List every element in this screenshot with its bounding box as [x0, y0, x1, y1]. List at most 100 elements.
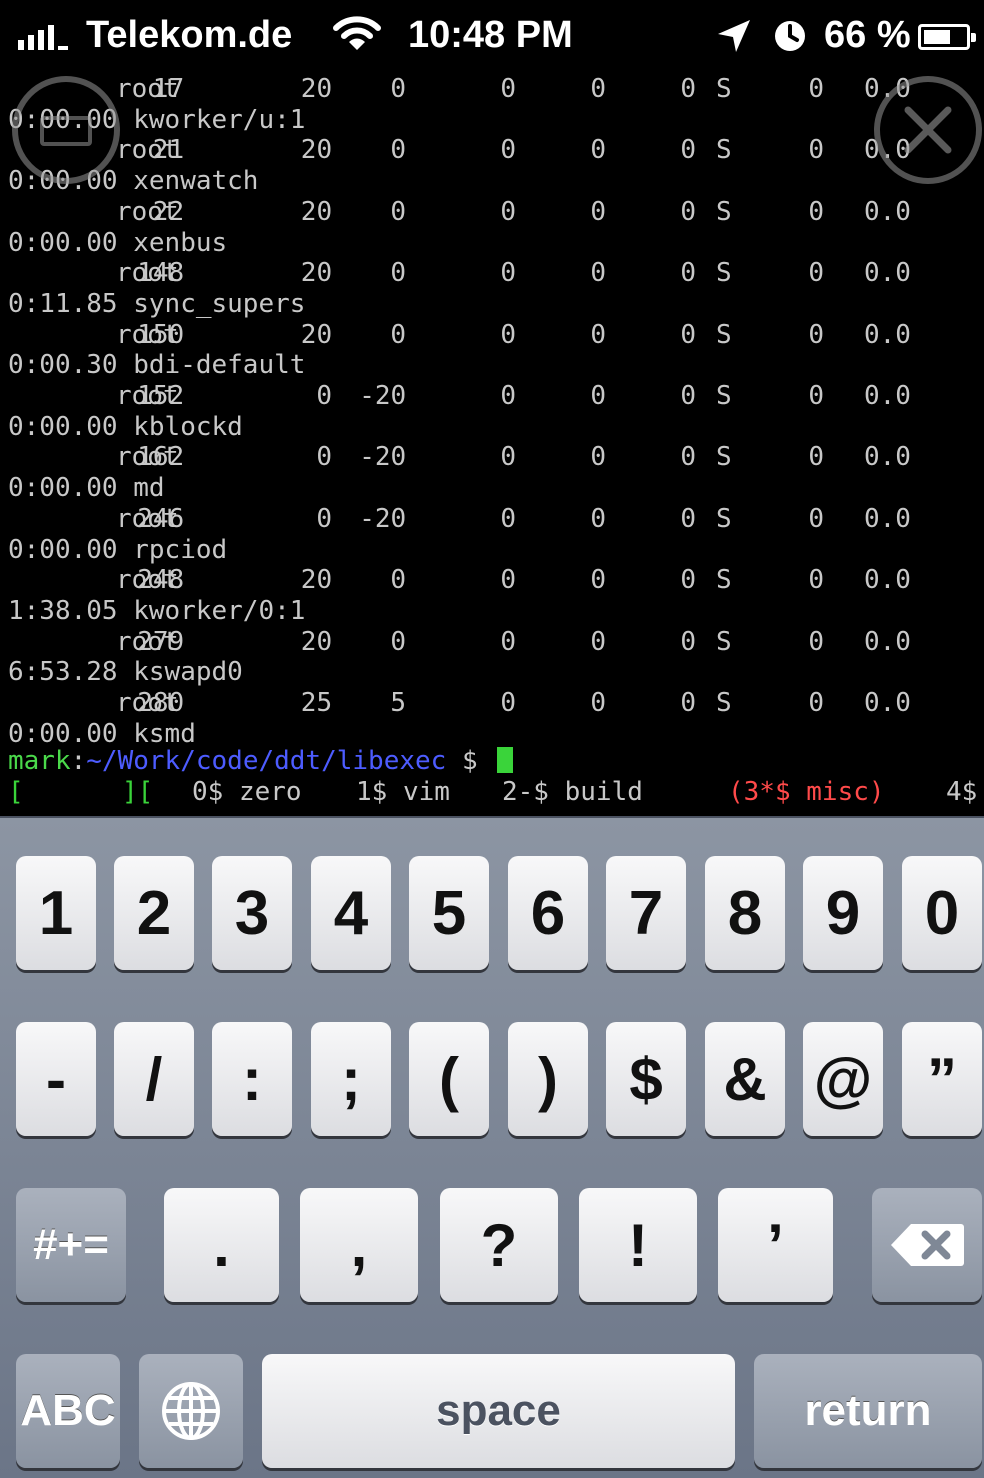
process-virt: 0 [500, 442, 517, 473]
key-label: : [242, 1045, 262, 1113]
key-at[interactable]: @ [803, 1022, 883, 1136]
key-label: 5 [431, 878, 467, 948]
key-0[interactable]: 0 [902, 856, 982, 970]
key-exclamation[interactable]: ! [579, 1188, 697, 1302]
key-dollar[interactable]: $ [606, 1022, 686, 1136]
key-label: 2 [136, 878, 172, 948]
key-label: space [436, 1386, 561, 1435]
backspace-icon [891, 1224, 964, 1266]
wifi-icon [332, 16, 382, 62]
process-row: 21 root 20 0 0 0 0 S 0 0.0 [0, 135, 984, 165]
screen-window-2[interactable]: 2-$ build [502, 777, 643, 807]
process-cpu: 0 [808, 258, 825, 289]
process-mem: 0.0 [864, 381, 911, 411]
process-row: 148 root 20 0 0 0 0 S 0 0.0 [0, 258, 984, 288]
process-pr: 20 [300, 565, 333, 596]
process-cpu: 0 [808, 688, 825, 718]
process-res: 0 [590, 381, 607, 411]
key-minus[interactable]: - [16, 1022, 96, 1136]
process-virt: 0 [500, 688, 517, 718]
process-pr: 20 [300, 626, 333, 657]
process-command: bdi-default [133, 350, 306, 381]
key-label: 4 [333, 878, 369, 948]
key-8[interactable]: 8 [705, 856, 785, 970]
process-ni: 0 [390, 565, 407, 596]
key-question[interactable]: ? [440, 1188, 558, 1302]
key-9[interactable]: 9 [803, 856, 883, 970]
process-virt: 0 [500, 381, 517, 411]
process-virt: 0 [500, 565, 517, 596]
screen-window-4[interactable]: 4$ [946, 777, 977, 807]
key-ampersand[interactable]: & [705, 1022, 785, 1136]
key-label: #+= [33, 1220, 109, 1269]
return-key[interactable]: return [754, 1354, 982, 1468]
process-user: root [116, 258, 179, 289]
screen-window-1[interactable]: 1$ vim [356, 777, 450, 807]
key-5[interactable]: 5 [409, 856, 489, 970]
screen-window-bar: [ ][ 0$ zero 1$ vim 2-$ build (3*$ misc)… [0, 777, 984, 807]
key-more-symbols[interactable]: #+= [16, 1188, 126, 1302]
process-s: S [716, 442, 732, 473]
key-label: & [723, 1045, 767, 1113]
globe-key[interactable] [139, 1354, 243, 1468]
key-label: ( [439, 1045, 459, 1113]
process-pr: 0 [316, 442, 333, 473]
prompt-sign: $ [446, 746, 494, 776]
screen-bar-open-bracket: [ [8, 777, 24, 807]
keyboard-toggle-button[interactable] [12, 76, 120, 184]
key-2[interactable]: 2 [114, 856, 194, 970]
key-double-quote[interactable]: ” [902, 1022, 982, 1136]
prompt-separator: : [70, 746, 87, 776]
process-time: 1:38.05 [8, 595, 118, 626]
space-key[interactable]: space [262, 1354, 735, 1468]
process-time: 0:11.85 [8, 288, 118, 319]
key-6[interactable]: 6 [508, 856, 588, 970]
close-button[interactable] [874, 76, 982, 184]
process-res: 0 [590, 503, 607, 534]
process-time: 0:00.00 [8, 473, 118, 504]
key-7[interactable]: 7 [606, 856, 686, 970]
key-label: / [145, 1045, 163, 1113]
process-mem: 0.0 [864, 442, 911, 473]
key-slash[interactable]: / [114, 1022, 194, 1136]
key-apostrophe[interactable]: ’ [718, 1188, 833, 1302]
process-res: 0 [590, 688, 607, 718]
process-row: 162 root 0 -20 0 0 0 S 0 0.0 [0, 442, 984, 472]
process-mem: 0.0 [864, 688, 911, 718]
key-open-paren[interactable]: ( [409, 1022, 489, 1136]
process-row: 17 root 20 0 0 0 0 S 0 0.0 [0, 74, 984, 104]
key-4[interactable]: 4 [311, 856, 391, 970]
process-virt: 0 [500, 626, 517, 657]
process-row: 246 root 0 -20 0 0 0 S 0 0.0 [0, 504, 984, 534]
key-1[interactable]: 1 [16, 856, 96, 970]
process-pr: 20 [300, 258, 333, 289]
process-shr: 0 [680, 196, 697, 227]
process-row: 22 root 20 0 0 0 0 S 0 0.0 [0, 197, 984, 227]
process-time: 0:00.00 [8, 411, 118, 442]
process-row: 150 root 20 0 0 0 0 S 0 0.0 [0, 320, 984, 350]
process-user: root [116, 196, 179, 227]
globe-icon [162, 1382, 220, 1440]
process-shr: 0 [680, 442, 697, 473]
process-pr: 20 [300, 135, 333, 166]
backspace-key[interactable] [872, 1188, 982, 1302]
process-res: 0 [590, 626, 607, 657]
process-user: root [116, 319, 179, 350]
key-comma[interactable]: , [300, 1188, 418, 1302]
abc-key[interactable]: ABC [16, 1354, 120, 1468]
process-cpu: 0 [808, 565, 825, 596]
process-row-detail: 1:38.05 kworker/0:1 [8, 596, 305, 626]
key-close-paren[interactable]: ) [508, 1022, 588, 1136]
key-3[interactable]: 3 [212, 856, 292, 970]
process-res: 0 [590, 442, 607, 473]
screen-window-3-active[interactable]: (3*$ misc) [728, 777, 885, 807]
process-cpu: 0 [808, 74, 825, 104]
key-semicolon[interactable]: ; [311, 1022, 391, 1136]
process-mem: 0.0 [864, 319, 911, 350]
key-period[interactable]: . [164, 1188, 279, 1302]
terminal-screen[interactable]: 17 root 20 0 0 0 0 S 0 0.0 0:00.00 kworker/u:1 21 ro… [0, 70, 984, 816]
process-shr: 0 [680, 626, 697, 657]
screen-window-0[interactable]: 0$ zero [192, 777, 302, 807]
process-shr: 0 [680, 135, 697, 166]
key-colon[interactable]: : [212, 1022, 292, 1136]
